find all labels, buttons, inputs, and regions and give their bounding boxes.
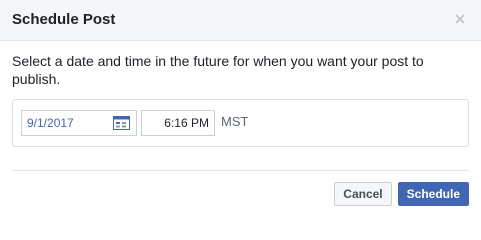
timezone-label: MST [221,114,249,129]
date-input[interactable]: 9/1/2017 [21,110,137,136]
cancel-button[interactable]: Cancel [334,182,392,206]
time-value: 6:16 PM [164,116,209,130]
time-input[interactable]: 6:16 PM [141,110,215,136]
dialog-description: Select a date and time in the future for… [12,53,424,87]
dialog-header: Schedule Post [0,0,481,41]
footer-divider [12,170,469,171]
close-icon[interactable] [453,12,467,26]
schedule-button[interactable]: Schedule [397,182,469,206]
calendar-icon[interactable] [113,116,130,130]
date-value: 9/1/2017 [27,116,74,130]
schedule-post-dialog: Schedule Post Select a date and time in … [0,0,481,217]
dialog-footer: Cancel Schedule [334,182,469,206]
date-time-picker: 9/1/2017 6:16 PM MST [12,99,469,147]
dialog-title: Schedule Post [12,11,116,28]
dialog-body: Select a date and time in the future for… [12,52,469,147]
